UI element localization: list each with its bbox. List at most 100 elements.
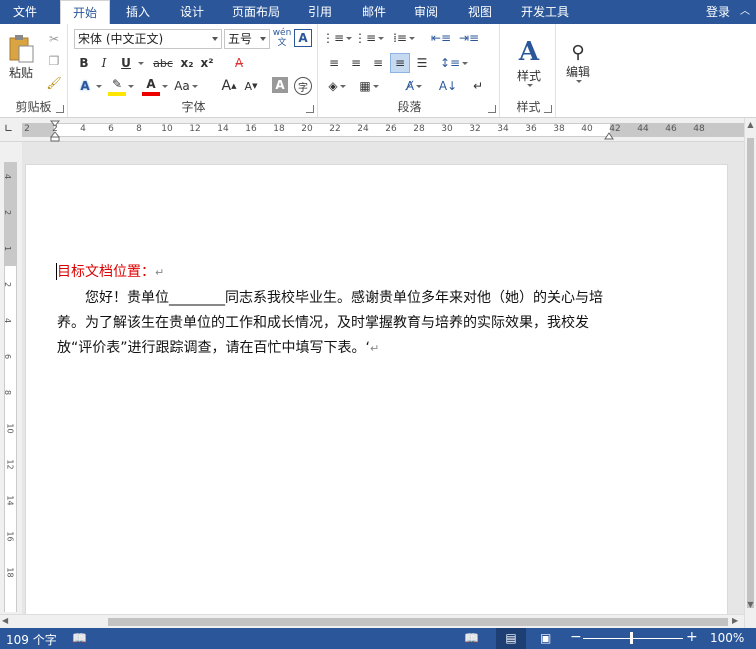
- show-marks-icon[interactable]: ↵: [468, 76, 488, 96]
- italic-button[interactable]: I: [96, 54, 112, 72]
- ruler-tick-label: 18: [273, 124, 285, 134]
- indent-marker[interactable]: [49, 120, 61, 142]
- editing-group: ⚲ 编辑: [556, 24, 600, 117]
- font-color-dropdown-icon[interactable]: [160, 76, 168, 96]
- styles-button[interactable]: A 样式: [508, 30, 550, 94]
- text-effects-dropdown-icon[interactable]: [94, 76, 102, 96]
- document-page[interactable]: 目标文档位置：↵ 您好！贵单位________同志系我校毕业生。感谢贵单位多年来…: [25, 164, 728, 624]
- styles-launcher-icon[interactable]: [544, 105, 552, 113]
- format-painter-icon[interactable]: 🖌: [44, 74, 64, 92]
- tab-design[interactable]: 设计: [170, 0, 214, 24]
- clipboard-launcher-icon[interactable]: [56, 105, 64, 113]
- login-button[interactable]: 登录: [702, 0, 734, 24]
- web-layout-icon[interactable]: ▣: [540, 631, 551, 645]
- underline-dropdown-icon[interactable]: [136, 54, 144, 72]
- align-center-icon[interactable]: ≡: [346, 53, 366, 73]
- align-left-icon[interactable]: ≡: [324, 53, 344, 73]
- paragraph-group: ⋮≡ ⋮≡ ⁞≡ ⇤≡ ⇥≡ ≡ ≡ ≡ ≡ ☰ ↕≡ ◈ ▦ A̸ A↓ ↵ …: [320, 24, 500, 117]
- ruler-tick-label: 44: [637, 124, 649, 134]
- zoom-out-icon[interactable]: −: [570, 629, 582, 645]
- body-paragraph[interactable]: 您好！贵单位________同志系我校毕业生。感谢贵单位多年来对他（她）的关心与…: [57, 286, 617, 361]
- tab-selector-icon[interactable]: ∟: [4, 123, 16, 135]
- underline-button[interactable]: U: [118, 54, 134, 72]
- bold-button[interactable]: B: [76, 54, 92, 72]
- print-layout-icon[interactable]: ▤: [496, 628, 526, 649]
- right-indent-marker[interactable]: [604, 130, 614, 140]
- asian-layout-icon[interactable]: A̸: [400, 76, 428, 96]
- shading-icon[interactable]: ◈: [324, 76, 350, 96]
- heading-line[interactable]: 目标文档位置：↵: [57, 261, 164, 281]
- font-launcher-icon[interactable]: [306, 105, 314, 113]
- tab-home[interactable]: 开始: [60, 0, 110, 24]
- scroll-left-icon[interactable]: ◀: [2, 616, 8, 625]
- document-area[interactable]: 目标文档位置：↵ 您好！贵单位________同志系我校毕业生。感谢贵单位多年来…: [22, 142, 744, 624]
- ruler-margin-right: [610, 123, 744, 137]
- distributed-icon[interactable]: ☰: [412, 53, 432, 73]
- numbering-icon[interactable]: ⋮≡: [354, 28, 385, 48]
- ribbon-collapse-icon[interactable]: ︿: [738, 0, 752, 24]
- styles-group: A 样式 样式: [502, 24, 556, 117]
- copy-icon[interactable]: ❐: [44, 52, 64, 70]
- align-right-icon[interactable]: ≡: [368, 53, 388, 73]
- font-size-combo[interactable]: 五号: [224, 29, 270, 49]
- zoom-slider-thumb[interactable]: [630, 632, 633, 644]
- phonetic-guide-icon[interactable]: wén 文: [272, 27, 292, 49]
- borders-icon[interactable]: ▦: [356, 76, 382, 96]
- tab-developer[interactable]: 开发工具: [514, 0, 576, 24]
- vertical-scroll-thumb[interactable]: [747, 138, 754, 608]
- enclose-characters-icon[interactable]: 字: [294, 77, 312, 95]
- grow-font-button[interactable]: A ▲: [220, 76, 238, 96]
- proofing-icon[interactable]: 📖: [72, 631, 87, 645]
- zoom-level[interactable]: 100%: [710, 631, 744, 645]
- ruler-tick-label: 20: [301, 124, 313, 134]
- font-size-value: 五号: [228, 32, 253, 46]
- strikethrough-button[interactable]: abc: [150, 54, 176, 72]
- subscript-button[interactable]: x₂: [178, 54, 196, 72]
- bullets-icon[interactable]: ⋮≡: [322, 28, 353, 48]
- font-name-combo[interactable]: 宋体 (中文正文): [74, 29, 222, 49]
- font-color-icon[interactable]: A: [142, 76, 160, 96]
- highlight-icon[interactable]: ✎: [108, 76, 126, 96]
- tab-insert[interactable]: 插入: [116, 0, 160, 24]
- shrink-font-button[interactable]: A ▼: [242, 76, 260, 96]
- word-count[interactable]: 109 个字: [6, 631, 57, 648]
- line-spacing-icon[interactable]: ↕≡: [440, 53, 469, 73]
- read-mode-icon[interactable]: 📖: [464, 631, 479, 645]
- tab-view[interactable]: 视图: [458, 0, 502, 24]
- superscript-button[interactable]: x²: [198, 54, 216, 72]
- character-border-icon[interactable]: A: [294, 29, 312, 47]
- paragraph-mark: ↵: [369, 342, 380, 355]
- vertical-scrollbar[interactable]: ▲ ▼: [744, 118, 756, 628]
- character-shading-icon[interactable]: A: [272, 77, 288, 93]
- horizontal-scroll-thumb[interactable]: [108, 618, 728, 626]
- scroll-down-icon[interactable]: ▼: [745, 600, 756, 610]
- paragraph-launcher-icon[interactable]: [488, 105, 496, 113]
- editing-button[interactable]: ⚲ 编辑: [558, 30, 598, 94]
- tab-mailings[interactable]: 邮件: [352, 0, 396, 24]
- horizontal-scrollbar[interactable]: ◀ ▶: [0, 614, 744, 628]
- cut-icon[interactable]: ✂: [44, 30, 64, 48]
- clear-formatting-icon[interactable]: A̶: [230, 54, 248, 72]
- scroll-up-icon[interactable]: ▲: [745, 120, 756, 130]
- multilevel-list-icon[interactable]: ⁞≡: [390, 28, 418, 48]
- tab-file[interactable]: 文件: [0, 0, 50, 24]
- justify-icon[interactable]: ≡: [390, 53, 410, 73]
- tab-review[interactable]: 审阅: [404, 0, 448, 24]
- tab-references[interactable]: 引用: [298, 0, 342, 24]
- increase-indent-icon[interactable]: ⇥≡: [458, 28, 480, 48]
- text-effects-icon[interactable]: A: [76, 76, 94, 96]
- zoom-in-icon[interactable]: +: [686, 629, 698, 645]
- ruler-tick-label: 8: [136, 124, 142, 134]
- tab-layout[interactable]: 页面布局: [226, 0, 286, 24]
- ruler-tick-label: 6: [108, 124, 114, 134]
- decrease-indent-icon[interactable]: ⇤≡: [430, 28, 452, 48]
- change-case-button[interactable]: Aa: [174, 76, 198, 96]
- indent-marker-icon: [49, 120, 61, 142]
- highlight-dropdown-icon[interactable]: [126, 76, 134, 96]
- ruler-tick-label: 16: [245, 124, 257, 134]
- right-indent-icon: [604, 132, 614, 140]
- sort-icon[interactable]: A↓: [438, 76, 458, 96]
- zoom-slider[interactable]: [583, 638, 683, 639]
- paste-button[interactable]: 粘贴: [4, 30, 38, 84]
- scroll-right-icon[interactable]: ▶: [732, 616, 738, 625]
